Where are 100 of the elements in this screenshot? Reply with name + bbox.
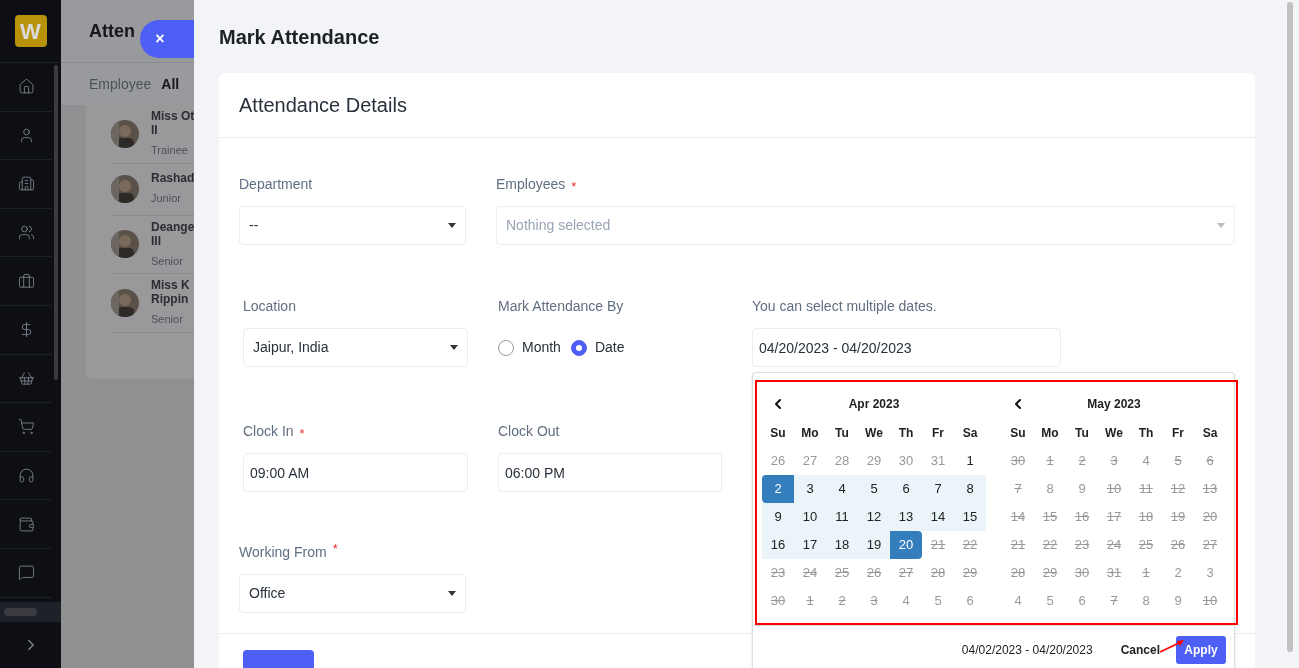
message-icon[interactable] [17,564,35,582]
month-title: May 2023 [1086,396,1142,413]
calendar-day: 2 [826,587,858,615]
calendar-day[interactable]: 1 [954,447,986,475]
radio-label[interactable]: Date [594,337,625,358]
employee-name[interactable]: Miss K Rippin [151,278,190,306]
employee-name[interactable]: Deange III [151,219,194,248]
field-label: Department [239,175,313,194]
wallet-icon[interactable] [17,515,35,533]
calendar-day: 10 [1098,475,1130,503]
field-label: Mark Attendance By [498,297,624,316]
calendar-day[interactable]: 16 [762,531,794,559]
calendar-day: 10 [1194,587,1226,615]
working-from-select[interactable]: Office [239,574,466,613]
calendar-day: 23 [1066,531,1098,559]
calendar-day[interactable]: 5 [1034,587,1066,615]
calendar-day[interactable]: 4 [890,587,922,615]
calendar-day[interactable]: 4 [826,475,858,503]
calendar-day[interactable]: 4 [1002,587,1034,615]
calendar-day[interactable]: 27 [794,447,826,475]
employee-name[interactable]: Miss Ot II [151,109,194,137]
apply-button[interactable]: Apply [1176,635,1226,664]
calendar-day: 7 [1098,587,1130,615]
calendar-day: 11 [1130,475,1162,503]
calendar-day[interactable]: 6 [954,587,986,615]
calendar-day[interactable]: 2 [762,475,794,503]
cancel-button[interactable]: Cancel [1116,640,1164,659]
radio-button[interactable] [498,339,514,356]
department-select[interactable]: -- [239,206,466,245]
calendar-day: 21 [922,531,954,559]
employee-name[interactable]: Rashad [151,171,194,186]
calendar-day[interactable]: 18 [826,531,858,559]
calendar-day[interactable]: 6 [1066,587,1098,615]
location-select[interactable]: Jaipur, India [243,328,468,367]
calendar-day: 1 [1034,447,1066,475]
calendar-day[interactable]: 8 [954,475,986,503]
calendar-day[interactable]: 10 [794,503,826,531]
required-mark: * [299,426,305,441]
calendar-day: 1 [1130,559,1162,587]
caret-icon [448,591,456,596]
calendar-day[interactable]: 28 [826,447,858,475]
calendar-day[interactable]: 9 [1066,475,1098,503]
building-icon[interactable] [17,175,35,193]
calendar-day: 22 [1034,531,1066,559]
calendar-day[interactable]: 31 [922,447,954,475]
calendar-day[interactable]: 17 [794,531,826,559]
calendar-day: 27 [1194,531,1226,559]
calendar-day: 24 [1098,531,1130,559]
basket-icon[interactable] [17,369,35,387]
calendar-day[interactable]: 29 [858,447,890,475]
calendar-day: 29 [954,559,986,587]
date-range-field[interactable]: 04/20/2023 - 04/20/2023 [752,328,1061,367]
clock-in-field[interactable]: 09:00 AM [243,453,468,492]
calendar-day[interactable]: 30 [890,447,922,475]
calendar-day[interactable]: 19 [858,531,890,559]
home-icon[interactable] [17,78,35,96]
calendar-day[interactable]: 9 [762,503,794,531]
calendar-day[interactable]: 5 [922,587,954,615]
calendar-day[interactable]: 20 [890,531,922,559]
calendar-day[interactable]: 9 [1162,587,1194,615]
cart-icon[interactable] [17,418,35,436]
calendar-day: 29 [1034,559,1066,587]
scrollbar-thumb[interactable] [4,607,37,616]
calendar-day[interactable]: 6 [890,475,922,503]
calendar-day[interactable]: 4 [1130,447,1162,475]
weekday-label: We [864,425,884,442]
calendar-day: 21 [1002,531,1034,559]
weekday-label: Th [1137,425,1155,442]
radio-label[interactable]: Month [522,337,561,358]
scrollbar-thumb[interactable] [1286,2,1293,652]
radio-button[interactable] [570,339,587,356]
scrollbar-thumb[interactable] [54,65,58,380]
caret-icon [450,345,458,350]
weekday-label: Sa [961,425,979,442]
calendar-day[interactable]: 8 [1034,475,1066,503]
calendar-day: 19 [1162,503,1194,531]
filter-dropdown[interactable]: All [161,73,180,95]
calendar-day[interactable]: 11 [826,503,858,531]
calendar-day[interactable]: 15 [954,503,986,531]
calendar-day: 5 [1162,447,1194,475]
clock-out-field[interactable]: 06:00 PM [498,453,722,492]
calendar-day[interactable]: 26 [762,447,794,475]
calendar-day[interactable]: 2 [1162,559,1194,587]
calendar-day[interactable]: 3 [1194,559,1226,587]
briefcase-icon[interactable] [17,272,35,290]
calendar-day[interactable]: 3 [794,475,826,503]
calendar-day[interactable]: 5 [858,475,890,503]
weekday-label: Mo [1040,425,1060,442]
employees-select[interactable]: Nothing selected [496,206,1235,245]
weekday-label: Tu [834,425,850,442]
calendar-day[interactable]: 8 [1130,587,1162,615]
headset-icon[interactable] [17,467,35,485]
field-label: Location [243,297,296,316]
users-icon[interactable] [17,224,35,242]
weekday-label: Fr [1171,425,1185,442]
calendar-day[interactable]: 14 [922,503,954,531]
calendar-day[interactable]: 13 [890,503,922,531]
caret-icon [1217,223,1225,228]
calendar-day[interactable]: 7 [922,475,954,503]
calendar-day[interactable]: 12 [858,503,890,531]
